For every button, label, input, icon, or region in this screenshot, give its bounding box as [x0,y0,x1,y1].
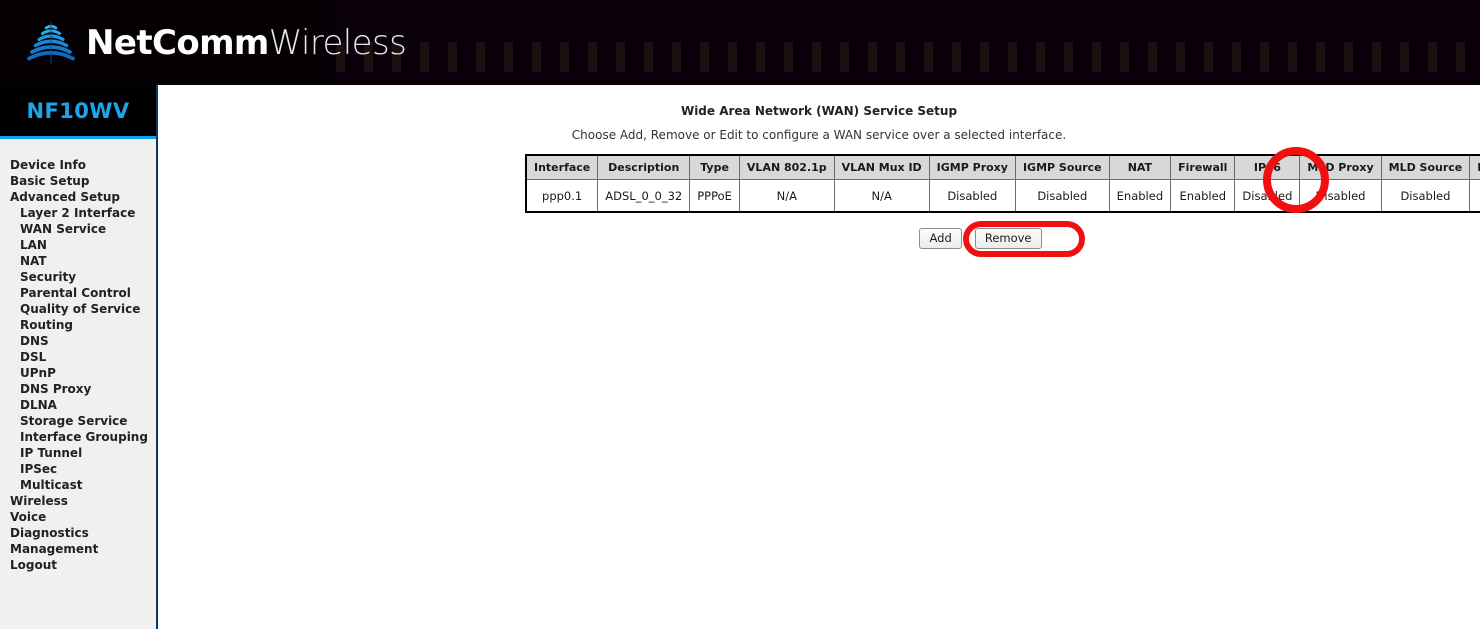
page-subtitle: Choose Add, Remove or Edit to configure … [571,128,1067,142]
sidebar-item-label: Parental Control [20,286,131,300]
sidebar-item-logout[interactable]: Logout [0,557,156,573]
sidebar-item-label: Routing [20,318,74,332]
sidebar-item-label: DLNA [20,398,57,412]
sidebar-item-multicast[interactable]: Multicast [0,477,156,493]
sidebar-item-routing[interactable]: Routing [0,317,156,333]
cell-type: PPPoE [689,179,740,213]
sidebar-item-label: Device Info [10,158,86,172]
column-header-igmp-proxy: IGMP Proxy [928,154,1016,180]
sidebar-item-label: Quality of Service [20,302,141,316]
column-header-mld-source: MLD Source [1380,154,1471,180]
column-header-interface: Interface [525,154,599,180]
top-banner: NetCommWireless [0,0,1480,85]
sidebar-item-label: Security [20,270,77,284]
sidebar-item-device-info[interactable]: Device Info [0,157,156,173]
model-header: NF10WV [0,85,156,139]
cell-vlan-mux-id: N/A [833,179,930,213]
sidebar-item-label: Logout [10,558,58,572]
column-header-igmp-source: IGMP Source [1014,154,1110,180]
cell-igmp-proxy: Disabled [928,179,1016,213]
sidebar-item-lan[interactable]: LAN [0,237,156,253]
netcomm-wifi-arc-logo-icon [24,19,78,67]
sidebar-item-label: Management [10,542,99,556]
cell-vlan-8021p: N/A [738,179,835,213]
main-content: Wide Area Network (WAN) Service Setup Ch… [158,85,1480,629]
action-button-bar: Add Remove [525,227,1436,249]
sidebar-item-interface-grouping[interactable]: Interface Grouping [0,429,156,445]
sidebar-item-diagnostics[interactable]: Diagnostics [0,525,156,541]
sidebar-item-security[interactable]: Security [0,269,156,285]
cell-ipv6: Disabled [1234,179,1301,213]
cell-interface: ppp0.1 [525,179,599,213]
sidebar-item-label: DSL [20,350,47,364]
sidebar-item-management[interactable]: Management [0,541,156,557]
sidebar-item-dns[interactable]: DNS [0,333,156,349]
sidebar-item-parental-control[interactable]: Parental Control [0,285,156,301]
column-header-remove: Remove [1469,154,1480,180]
model-name: NF10WV [26,98,130,123]
column-header-mld-proxy: MLD Proxy [1299,154,1382,180]
sidebar-item-voice[interactable]: Voice [0,509,156,525]
sidebar-item-wireless[interactable]: Wireless [0,493,156,509]
cell-igmp-source: Disabled [1014,179,1110,213]
column-header-nat: NAT [1108,154,1172,180]
cell-mld-source: Disabled [1380,179,1471,213]
table-row: ppp0.1 ADSL_0_0_32 PPPoE N/A N/A Disabled Disa… [525,179,1480,213]
sidebar-item-ipsec[interactable]: IPSec [0,461,156,477]
sidebar-item-label: LAN [20,238,47,252]
wan-service-table: Interface Description Type VLAN 802.1p VLAN … [525,154,1480,213]
sidebar: NF10WV Device Info Basic Setup Advanced Se… [0,85,158,629]
sidebar-item-label: NAT [20,254,47,268]
sidebar-item-label: DNS [20,334,49,348]
sidebar-item-label: Basic Setup [10,174,90,188]
column-header-description: Description [597,154,691,180]
brand-wordmark: NetCommWireless [86,23,407,63]
sidebar-item-label: Interface Grouping [20,430,148,444]
sidebar-item-label: WAN Service [20,222,107,236]
brand-logo[interactable]: NetCommWireless [24,14,407,72]
remove-button[interactable]: Remove [974,228,1042,249]
table-header-row: Interface Description Type VLAN 802.1p VLAN … [525,154,1480,180]
cell-description: ADSL_0_0_32 [597,179,691,213]
sidebar-item-dns-proxy[interactable]: DNS Proxy [0,381,156,397]
add-button[interactable]: Add [919,228,962,249]
column-header-vlan-802-1p: VLAN 802.1p [738,154,835,180]
sidebar-item-basic-setup[interactable]: Basic Setup [0,173,156,189]
sidebar-item-ip-tunnel[interactable]: IP Tunnel [0,445,156,461]
column-header-ipv6: IPv6 [1234,154,1301,180]
brand-bold: NetComm [86,23,269,63]
sidebar-item-label: UPnP [20,366,56,380]
sidebar-item-label: IPSec [20,462,58,476]
sidebar-item-label: Voice [10,510,47,524]
sidebar-item-label: Wireless [10,494,68,508]
sidebar-item-dlna[interactable]: DLNA [0,397,156,413]
sidebar-item-label: Advanced Setup [10,190,121,204]
page-title: Wide Area Network (WAN) Service Setup [680,104,958,118]
table-body: ppp0.1 ADSL_0_0_32 PPPoE N/A N/A Disabled Disa… [525,179,1480,213]
column-header-firewall: Firewall [1170,154,1236,180]
sidebar-item-advanced-setup[interactable]: Advanced Setup [0,189,156,205]
sidebar-item-nat[interactable]: NAT [0,253,156,269]
sidebar-item-label: IP Tunnel [20,446,83,460]
cell-nat: Enabled [1108,179,1172,213]
sidebar-item-label: Layer 2 Interface [20,206,136,220]
sidebar-item-label: Diagnostics [10,526,89,540]
sidebar-menu: Device Info Basic Setup Advanced Setup Laye… [0,139,156,573]
sidebar-item-storage-service[interactable]: Storage Service [0,413,156,429]
sidebar-item-label: Multicast [20,478,83,492]
sidebar-item-label: DNS Proxy [20,382,92,396]
cell-remove [1469,179,1480,213]
column-header-vlan-mux-id: VLAN Mux ID [833,154,930,180]
cell-mld-proxy: Disabled [1299,179,1382,213]
cell-firewall: Enabled [1170,179,1236,213]
sidebar-item-label: Storage Service [20,414,128,428]
brand-light: Wireless [268,23,407,63]
column-header-type: Type [689,154,740,180]
sidebar-item-wan-service[interactable]: WAN Service [0,221,156,237]
sidebar-item-layer-2-interface[interactable]: Layer 2 Interface [0,205,156,221]
sidebar-item-dsl[interactable]: DSL [0,349,156,365]
sidebar-item-quality-of-service[interactable]: Quality of Service [0,301,156,317]
sidebar-item-upnp[interactable]: UPnP [0,365,156,381]
